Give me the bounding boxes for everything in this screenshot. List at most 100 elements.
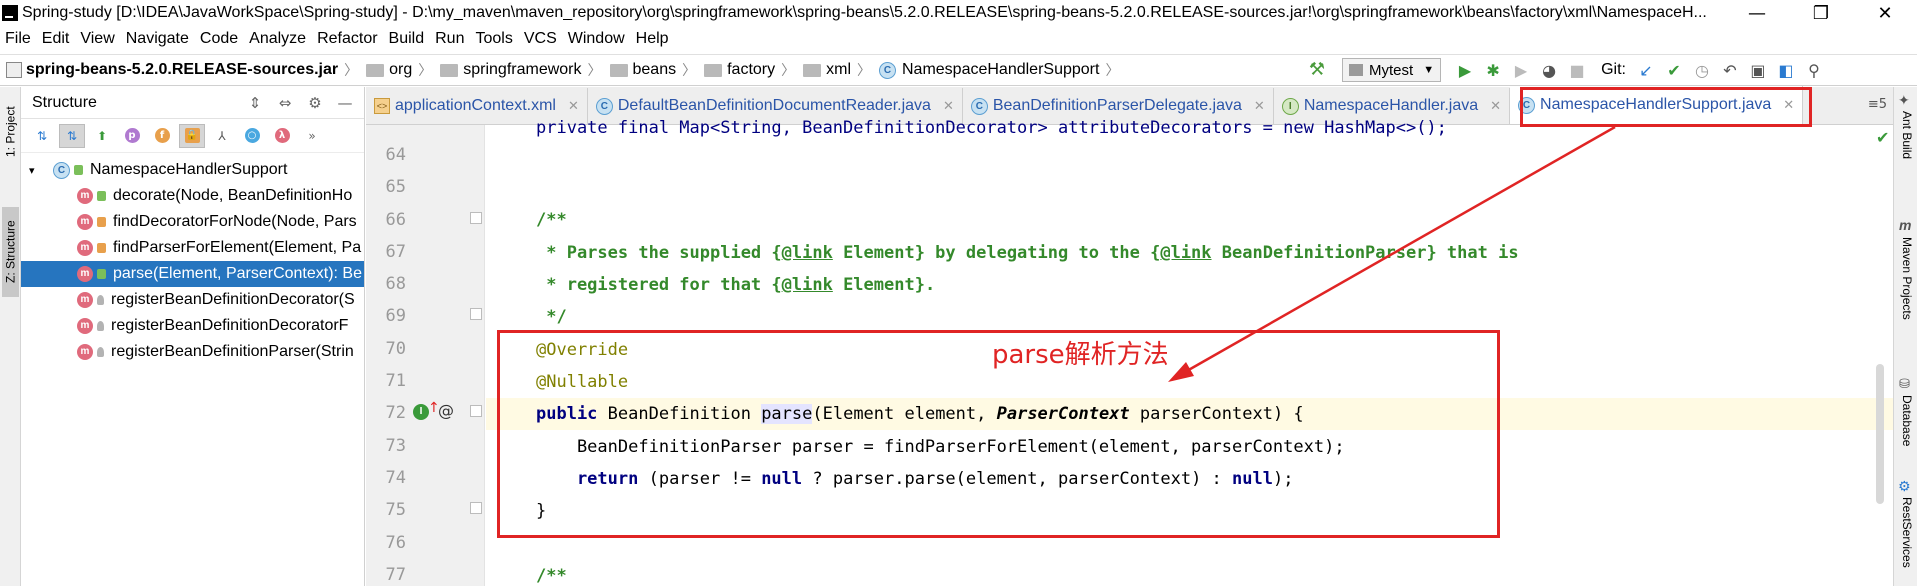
public-visibility-icon — [74, 165, 83, 175]
coverage-icon[interactable]: ▶ — [1507, 58, 1535, 82]
profile-icon[interactable]: ◕ — [1535, 58, 1563, 82]
project-structure-icon[interactable]: ▣ — [1744, 58, 1772, 82]
tree-item-register-decorator-attr[interactable]: m registerBeanDefinitionDecoratorF — [21, 313, 364, 339]
tree-item-parse[interactable]: m parse(Element, ParserContext): Be — [21, 261, 364, 287]
tree-item-decorate[interactable]: m decorate(Node, BeanDefinitionHo — [21, 183, 364, 209]
menu-window[interactable]: Window — [563, 30, 631, 48]
tree-item-find-parser[interactable]: m findParserForElement(Element, Pa — [21, 235, 364, 261]
method-icon: m — [77, 344, 93, 360]
method-icon: m — [77, 318, 93, 334]
fold-marker[interactable] — [470, 405, 482, 417]
menu-tools[interactable]: Tools — [470, 30, 518, 48]
run-config-label: Mytest — [1369, 61, 1414, 79]
lambda-icon[interactable]: λ — [269, 124, 295, 148]
menu-navigate[interactable]: Navigate — [121, 30, 195, 48]
breadcrumb-factory[interactable]: factory 〉 — [696, 60, 795, 80]
menu-vcs[interactable]: VCS — [519, 30, 563, 48]
breadcrumb-org[interactable]: org 〉 — [358, 60, 432, 80]
sort-alphabetically-icon[interactable]: ⇅ — [59, 123, 85, 148]
menu-view[interactable]: View — [75, 30, 120, 48]
git-commit-icon[interactable]: ✔ — [1660, 58, 1688, 82]
ant-icon: ✦ — [1898, 93, 1910, 109]
show-inherited-icon[interactable]: ⬆ — [89, 124, 115, 148]
protected-key-icon — [97, 295, 104, 305]
doc-text: Element} by delegating to the { — [832, 243, 1161, 263]
chevron-down-icon: ▾ — [29, 163, 35, 177]
menu-refactor[interactable]: Refactor — [312, 30, 383, 48]
breadcrumb-beans[interactable]: beans 〉 — [602, 60, 696, 80]
hide-panel-icon[interactable]: — — [330, 91, 360, 115]
translate-icon[interactable]: ◧ — [1772, 58, 1800, 82]
chevron-right-icon: 〉 — [1105, 62, 1120, 78]
tool-tab-project[interactable]: 1: Project — [2, 97, 19, 167]
implements-method-icon[interactable]: I — [413, 404, 429, 420]
tool-tab-database[interactable]: Database — [1898, 395, 1914, 446]
menu-help[interactable]: Help — [631, 30, 675, 48]
method-icon: m — [77, 292, 93, 308]
tool-tab-ant-build[interactable]: Ant Build — [1898, 111, 1914, 159]
show-anonymous-icon[interactable]: ⅄ — [209, 124, 235, 148]
menu-code[interactable]: Code — [195, 30, 244, 48]
breadcrumb-springframework[interactable]: springframework 〉 — [432, 60, 602, 80]
protected-key-icon — [97, 321, 104, 331]
tree-item-register-parser[interactable]: m registerBeanDefinitionParser(Strin — [21, 339, 364, 365]
git-revert-icon[interactable]: ↶ — [1716, 58, 1744, 82]
sort-by-visibility-icon[interactable]: ⇅ — [29, 124, 55, 148]
git-update-icon[interactable]: ↙ — [1632, 58, 1660, 82]
tool-tab-rest-services[interactable]: RestServices — [1898, 497, 1914, 568]
tab-label: applicationContext.xml — [395, 97, 556, 114]
doc-text: BeanDefinitionParser} that is — [1211, 243, 1519, 263]
expand-all-icon[interactable]: ⇕ — [240, 91, 270, 115]
menu-edit[interactable]: Edit — [37, 30, 76, 48]
chevron-right-icon: 〉 — [587, 62, 602, 78]
method-icon: m — [77, 266, 93, 282]
package-icon — [704, 63, 723, 77]
menu-run[interactable]: Run — [430, 30, 470, 48]
code-line-partial: private final Map<String, BeanDefinition… — [536, 118, 1447, 138]
build-hammer-icon[interactable]: ⚒ — [1306, 59, 1328, 81]
fold-marker[interactable] — [470, 212, 482, 224]
line-number: 75 — [385, 500, 406, 520]
more-options-icon[interactable]: » — [299, 124, 325, 148]
stop-icon[interactable]: ■ — [1563, 58, 1591, 82]
collapse-all-icon[interactable]: ⇔ — [270, 91, 300, 115]
editor-scrollbar[interactable] — [1876, 364, 1884, 504]
fold-marker[interactable] — [470, 308, 482, 320]
show-properties-icon[interactable]: p — [119, 124, 145, 148]
line-number: 73 — [385, 436, 406, 456]
breadcrumb-jar[interactable]: spring-beans-5.2.0.RELEASE-sources.jar 〉 — [0, 60, 358, 80]
close-icon[interactable]: ✕ — [1490, 99, 1501, 114]
fold-marker[interactable] — [470, 502, 482, 514]
line-number: 74 — [385, 468, 406, 488]
minimize-button[interactable]: — — [1725, 0, 1789, 26]
tree-root[interactable]: ▾ C NamespaceHandlerSupport — [21, 157, 364, 183]
run-config-select[interactable]: Mytest ▼ — [1342, 58, 1442, 82]
breadcrumb-class[interactable]: C NamespaceHandlerSupport 〉 — [871, 60, 1119, 80]
chevron-right-icon: 〉 — [418, 62, 433, 78]
close-window-button[interactable]: ✕ — [1853, 0, 1917, 26]
git-history-icon[interactable]: ◷ — [1688, 58, 1716, 82]
tabs-overflow-button[interactable]: ≡5 — [1868, 97, 1887, 112]
menu-bar: File Edit View Navigate Code Analyze Ref… — [0, 26, 675, 52]
line-number: 67 — [385, 242, 406, 262]
breadcrumb-springframework-label: springframework — [463, 61, 582, 78]
annotation-at-icon[interactable]: @ — [438, 401, 454, 420]
intellij-logo-icon — [2, 5, 18, 21]
run-icon[interactable]: ▶ — [1451, 58, 1479, 82]
menu-file[interactable]: File — [0, 30, 37, 48]
menu-analyze[interactable]: Analyze — [244, 30, 312, 48]
maximize-button[interactable]: ❐ — [1789, 0, 1853, 26]
show-fields-icon[interactable]: f — [149, 124, 175, 148]
tree-item-find-decorator[interactable]: m findDecoratorForNode(Node, Pars — [21, 209, 364, 235]
debug-bug-icon[interactable]: ✱ — [1479, 58, 1507, 82]
gear-icon[interactable]: ⚙ — [300, 91, 330, 115]
tool-tab-maven-projects[interactable]: Maven Projects — [1898, 237, 1914, 320]
tool-tab-structure[interactable]: Z: Structure — [2, 207, 19, 297]
tree-item-register-decorator[interactable]: m registerBeanDefinitionDecorator(S — [21, 287, 364, 313]
search-icon[interactable]: ⚲ — [1800, 58, 1828, 82]
tree-item-label: decorate(Node, BeanDefinitionHo — [113, 187, 353, 204]
show-non-public-icon[interactable]: 🔒 — [179, 123, 205, 148]
menu-build[interactable]: Build — [384, 30, 431, 48]
show-lambdas-icon[interactable]: ○ — [239, 124, 265, 148]
breadcrumb-xml[interactable]: xml 〉 — [795, 60, 871, 80]
